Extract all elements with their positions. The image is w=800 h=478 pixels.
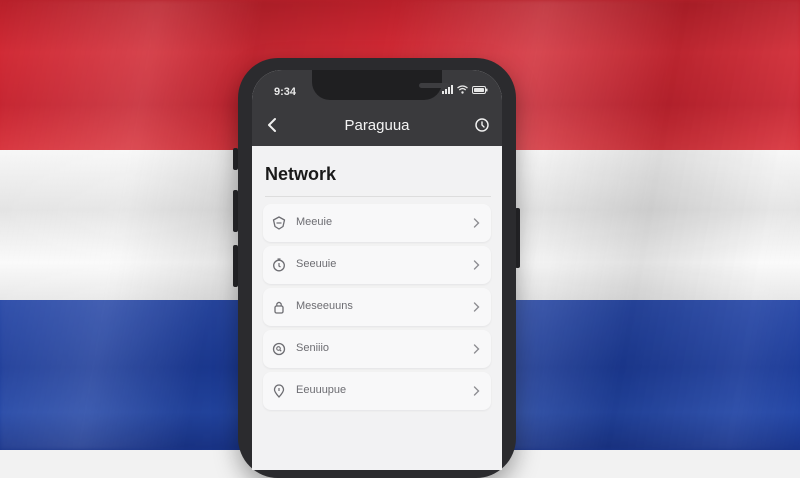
phone-screen: 9:34 Paraguua Network Meeuie Seeuuie Mes…	[252, 70, 502, 470]
phone-notch	[312, 70, 472, 100]
list-item-label: Seeuuie	[296, 258, 337, 270]
settings-button[interactable]	[472, 115, 492, 135]
list-item-label: Meeuie	[296, 216, 333, 228]
main-content: Network Meeuie Seeuuie Meseeuuns Seniiio…	[252, 146, 502, 470]
search-icon	[271, 341, 287, 357]
list-item-1[interactable]: Meeuie	[263, 204, 491, 242]
location-icon	[271, 383, 287, 399]
list-item-label: Eeuuupue	[296, 384, 347, 396]
lock-icon	[271, 299, 287, 315]
list-item-5[interactable]: Eeuuupue	[263, 372, 491, 410]
status-icons	[442, 85, 488, 94]
chevron-right-icon	[471, 259, 481, 271]
settings-list: Meeuie Seeuuie Meseeuuns Seniiio Eeuuupu…	[263, 204, 491, 414]
list-item-3[interactable]: Meseeuuns	[263, 288, 491, 326]
signal-icon	[442, 85, 453, 94]
chevron-right-icon	[471, 301, 481, 313]
chevron-right-icon	[471, 217, 481, 229]
wifi-icon	[457, 85, 468, 94]
chevron-right-icon	[471, 385, 481, 397]
list-item-4[interactable]: Seniiio	[263, 330, 491, 368]
chevron-right-icon	[471, 343, 481, 355]
shield-icon	[271, 215, 287, 231]
list-item-label: Meseeuuns	[296, 300, 353, 312]
nav-title: Paraguua	[344, 117, 410, 134]
list-item-2[interactable]: Seeuuie	[263, 246, 491, 284]
status-time: 9:34	[274, 86, 297, 98]
app-header: 9:34 Paraguua	[252, 70, 502, 146]
page-title: Network	[265, 164, 337, 184]
battery-icon	[472, 85, 488, 94]
list-item-label: Seniiio	[296, 342, 330, 354]
title-divider	[265, 196, 491, 197]
settings-icon	[475, 118, 489, 132]
clock-icon	[271, 257, 287, 273]
